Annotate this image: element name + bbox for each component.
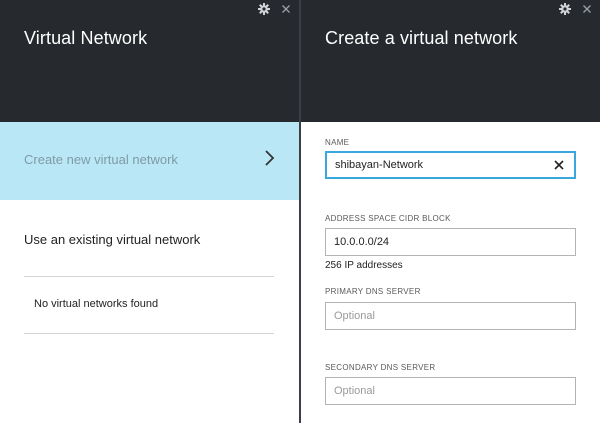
blade-title: Virtual Network [24, 28, 148, 48]
primary-dns-input[interactable] [325, 302, 576, 330]
create-new-virtual-network-item[interactable]: Create new virtual network [0, 122, 299, 200]
gear-icon[interactable] [258, 3, 270, 15]
divider [24, 276, 274, 277]
create-virtual-network-blade: Create a virtual network NAME ADDRESS SP… [301, 0, 600, 423]
blade-controls [559, 3, 593, 15]
virtual-network-blade: Virtual Network Create new virtual netwo… [0, 0, 299, 423]
ip-address-count: 256 IP addresses [325, 260, 403, 271]
blade-controls [258, 3, 292, 15]
address-space-label: ADDRESS SPACE CIDR BLOCK [325, 214, 451, 223]
close-icon[interactable] [280, 3, 292, 15]
existing-network-heading: Use an existing virtual network [24, 232, 201, 247]
create-item-label: Create new virtual network [24, 152, 178, 167]
divider [24, 333, 274, 334]
secondary-dns-input[interactable] [325, 377, 576, 405]
name-label: NAME [325, 138, 350, 147]
address-space-input[interactable] [325, 228, 576, 256]
blade-header: Virtual Network [0, 0, 299, 122]
empty-network-message: No virtual networks found [34, 298, 159, 310]
secondary-dns-label: SECONDARY DNS SERVER [325, 363, 436, 372]
primary-dns-label: PRIMARY DNS SERVER [325, 287, 421, 296]
blade-title: Create a virtual network [325, 28, 518, 48]
blade-header: Create a virtual network [301, 0, 600, 122]
clear-x-icon[interactable] [550, 156, 568, 174]
close-icon[interactable] [581, 3, 593, 15]
name-input[interactable] [325, 151, 576, 179]
gear-icon[interactable] [559, 3, 571, 15]
chevron-right-icon [263, 148, 277, 168]
